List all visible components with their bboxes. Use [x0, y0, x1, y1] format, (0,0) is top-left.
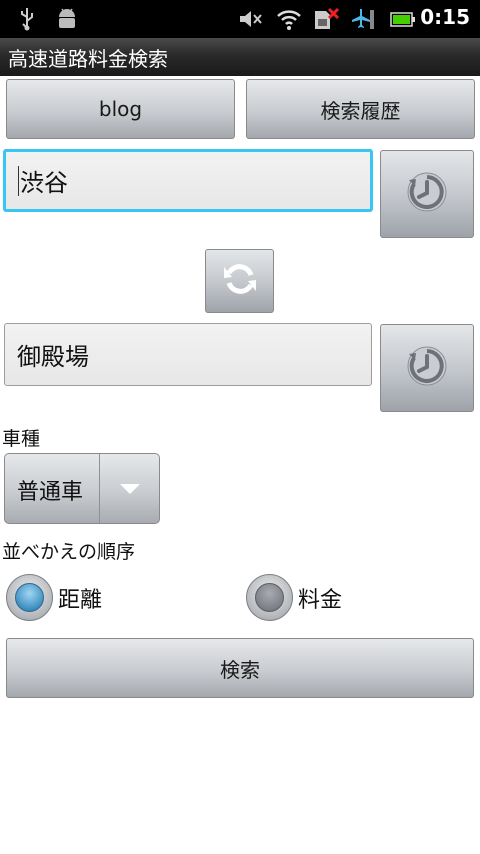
vehicle-type-value: 普通車 [17, 480, 84, 505]
sort-order-label: 並べかえの順序 [2, 541, 136, 563]
battery-icon [390, 7, 416, 35]
status-bar: 0:15 [0, 0, 480, 38]
sort-distance-label: 距離 [58, 587, 103, 613]
search-button[interactable]: 検索 [6, 638, 474, 698]
origin-input[interactable]: 渋谷 [3, 149, 373, 212]
vehicle-type-spinner[interactable]: 普通車 [4, 453, 160, 524]
origin-history-button[interactable] [380, 150, 474, 238]
history-clock-icon [405, 344, 449, 392]
vehicle-type-label: 車種 [2, 428, 41, 450]
title-bar: 高速道路料金検索 [0, 38, 480, 76]
sort-distance-radio[interactable]: 距離 [6, 574, 102, 621]
sim-error-icon [312, 7, 340, 35]
clock: 0:15 [420, 5, 470, 29]
radio-button-checked[interactable] [6, 574, 53, 621]
wifi-icon [276, 7, 302, 35]
destination-history-button[interactable] [380, 324, 474, 412]
history-clock-icon [405, 170, 449, 218]
sort-fee-label: 料金 [298, 587, 343, 613]
radio-button-unchecked[interactable] [246, 574, 293, 621]
origin-value: 渋谷 [20, 169, 68, 197]
search-history-button[interactable]: 検索履歴 [246, 79, 475, 139]
text-caret [18, 165, 19, 196]
destination-value: 御殿場 [17, 343, 89, 371]
airplane-signal-icon [350, 7, 376, 35]
app-title: 高速道路料金検索 [8, 47, 168, 71]
refresh-swap-icon [220, 259, 260, 303]
blog-button[interactable]: blog [6, 79, 235, 139]
usb-icon [18, 7, 36, 35]
mute-icon [238, 7, 264, 35]
swap-button[interactable] [205, 249, 274, 313]
destination-input[interactable]: 御殿場 [4, 323, 372, 386]
android-debug-icon [56, 7, 78, 35]
chevron-down-icon [100, 454, 159, 523]
sort-fee-radio[interactable]: 料金 [246, 574, 342, 621]
